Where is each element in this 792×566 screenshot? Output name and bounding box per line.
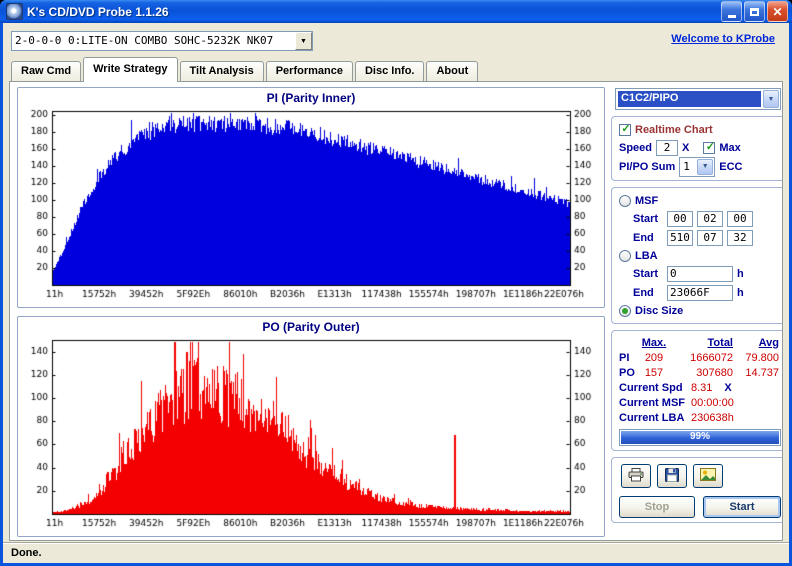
maximize-icon: [750, 8, 759, 16]
pipo-sum-dropdown-button[interactable]: ▼: [697, 159, 713, 175]
current-msf-row: Current MSF 00:00:00: [619, 395, 781, 410]
minimize-button[interactable]: [721, 1, 742, 22]
printer-icon: [628, 468, 644, 485]
po-chart-canvas: [22, 335, 600, 531]
lba-start-label: Start: [633, 268, 663, 280]
lba-end-input[interactable]: [667, 285, 733, 301]
po-chart-box: PO (Parity Outer): [17, 316, 605, 537]
msf-radio[interactable]: [619, 195, 631, 207]
realtime-chart-label: Realtime Chart: [635, 124, 713, 136]
tab-write-strategy[interactable]: Write Strategy: [83, 57, 177, 82]
floppy-icon: [665, 468, 679, 485]
stop-button[interactable]: Stop: [619, 496, 695, 518]
disc-size-label: Disc Size: [635, 305, 683, 317]
pi-chart-canvas: [22, 106, 600, 302]
tab-raw-cmd[interactable]: Raw Cmd: [11, 61, 81, 81]
chevron-down-icon: ▼: [768, 96, 775, 103]
stat-row-po: PO 157 307680 14.737: [619, 365, 781, 380]
max-speed-checkbox[interactable]: ✓: [703, 142, 715, 154]
tab-disc-info[interactable]: Disc Info.: [355, 61, 425, 81]
realtime-chart-checkbox[interactable]: ✓: [619, 124, 631, 136]
window-title: K's CD/DVD Probe 1.1.26: [27, 5, 721, 19]
po-chart-title: PO (Parity Outer): [22, 319, 600, 335]
tab-performance[interactable]: Performance: [266, 61, 353, 81]
pipo-sum-label: PI/PO Sum: [619, 161, 675, 173]
controls-panel: C1C2/PIPO ▼ ✓ Realtime Chart Speed X ✓ M: [611, 86, 783, 529]
msf-start-0-input[interactable]: [667, 211, 693, 227]
ecc-label: ECC: [719, 161, 742, 173]
stats-header: Max. Total Avg: [619, 335, 781, 350]
drive-select[interactable]: 2-0-0-0 0:LITE-ON COMBO SOHC-5232K NK07 …: [11, 31, 313, 51]
speed-input[interactable]: [656, 140, 678, 156]
image-icon: [700, 468, 716, 484]
speed-unit-label: X: [682, 142, 689, 154]
speed-label: Speed: [619, 142, 652, 154]
pi-chart-box: PI (Parity Inner): [17, 87, 605, 308]
msf-end-1-input[interactable]: [697, 230, 723, 246]
save-button[interactable]: [657, 464, 687, 488]
mode-select[interactable]: C1C2/PIPO ▼: [615, 88, 781, 110]
current-lba-row: Current LBA 230638h: [619, 410, 781, 425]
progress-bar: 99%: [619, 429, 781, 446]
client-area: 2-0-0-0 0:LITE-ON COMBO SOHC-5232K NK07 …: [3, 23, 789, 563]
actions-group: Stop Start: [611, 457, 783, 523]
pi-chart-title: PI (Parity Inner): [22, 90, 600, 106]
msf-start-2-input[interactable]: [727, 211, 753, 227]
stat-row-pi: PI 209 1666072 79.800: [619, 350, 781, 365]
progress-label: 99%: [620, 430, 780, 445]
print-button[interactable]: [621, 464, 651, 488]
lba-radio[interactable]: [619, 250, 631, 262]
lba-label: LBA: [635, 250, 658, 262]
start-button[interactable]: Start: [703, 496, 781, 518]
status-bar: Done.: [3, 542, 789, 563]
stats-header-avg: Avg: [733, 337, 779, 349]
current-speed-row: Current Spd 8.31 X: [619, 380, 781, 395]
lba-start-input[interactable]: [667, 266, 733, 282]
msf-end-0-input[interactable]: [667, 230, 693, 246]
pipo-sum-select[interactable]: 1 ▼: [679, 157, 715, 177]
mode-select-value: C1C2/PIPO: [618, 91, 761, 107]
pipo-sum-value: 1: [683, 160, 690, 173]
close-icon: ✕: [772, 6, 782, 18]
tab-bar: Raw Cmd Write Strategy Tilt Analysis Per…: [3, 57, 789, 81]
mode-select-dropdown-button[interactable]: ▼: [763, 90, 779, 108]
check-icon: ✓: [620, 123, 632, 136]
chevron-down-icon: ▼: [702, 163, 709, 170]
status-text: Done.: [11, 547, 42, 559]
tab-tilt-analysis[interactable]: Tilt Analysis: [180, 61, 264, 81]
save-image-button[interactable]: [693, 464, 723, 488]
drive-select-value: 2-0-0-0 0:LITE-ON COMBO SOHC-5232K NK07: [12, 32, 295, 50]
stats-header-max: Max.: [637, 337, 671, 349]
close-button[interactable]: ✕: [767, 1, 788, 22]
app-icon: [6, 3, 23, 20]
drive-select-dropdown-button[interactable]: ▼: [295, 32, 312, 50]
msf-label: MSF: [635, 195, 658, 207]
msf-end-label: End: [633, 232, 663, 244]
minimize-icon: [728, 15, 736, 18]
disc-size-radio[interactable]: [619, 305, 631, 317]
check-icon: ✓: [704, 141, 716, 154]
lba-start-unit: h: [737, 268, 744, 280]
msf-start-label: Start: [633, 213, 663, 225]
toolbar: 2-0-0-0 0:LITE-ON COMBO SOHC-5232K NK07 …: [3, 23, 789, 57]
tab-about[interactable]: About: [426, 61, 478, 81]
content-panel: PI (Parity Inner) PO (Parity Outer) C1C2…: [9, 81, 783, 541]
lba-end-label: End: [633, 287, 663, 299]
msf-end-2-input[interactable]: [727, 230, 753, 246]
maximize-button[interactable]: [744, 1, 765, 22]
chevron-down-icon: ▼: [300, 38, 307, 45]
max-speed-label: Max: [719, 142, 740, 154]
chart-options-group: ✓ Realtime Chart Speed X ✓ Max PI/PO Sum: [611, 116, 783, 181]
range-group: MSF Start End: [611, 187, 783, 324]
charts-column: PI (Parity Inner) PO (Parity Outer): [17, 87, 605, 541]
lba-end-unit: h: [737, 287, 744, 299]
title-bar[interactable]: K's CD/DVD Probe 1.1.26 ✕: [0, 0, 792, 23]
app-window: K's CD/DVD Probe 1.1.26 ✕ 2-0-0-0 0:LITE…: [0, 0, 792, 566]
stats-group: Max. Total Avg PI 209 1666072 79.800 PO …: [611, 330, 783, 451]
welcome-link[interactable]: Welcome to KProbe: [671, 33, 775, 45]
stats-header-total: Total: [671, 337, 733, 349]
msf-start-1-input[interactable]: [697, 211, 723, 227]
